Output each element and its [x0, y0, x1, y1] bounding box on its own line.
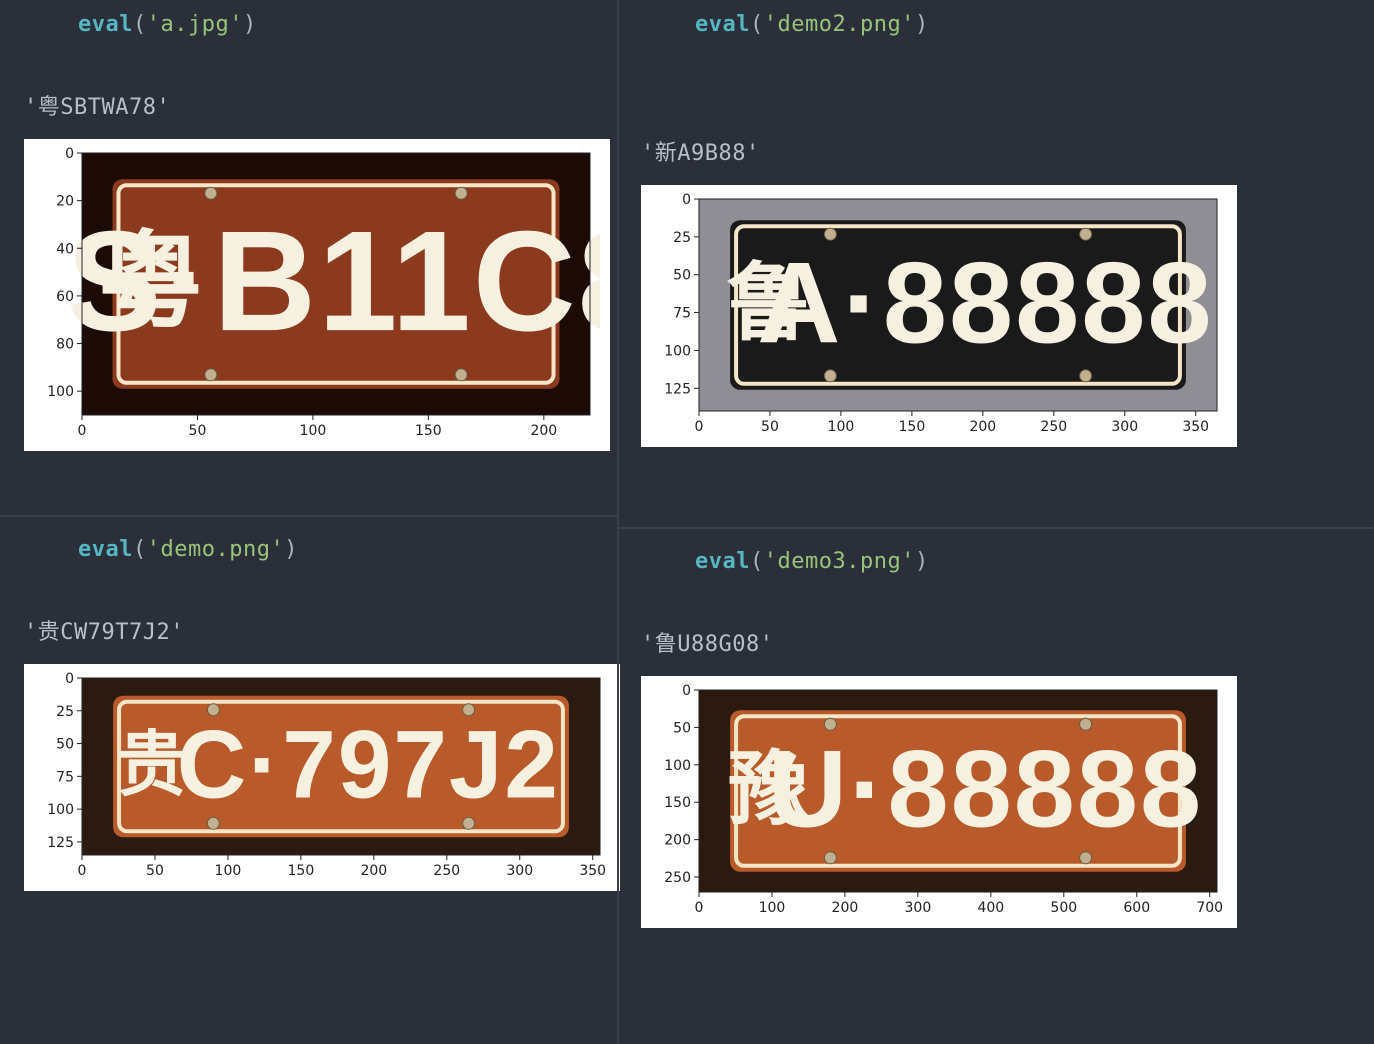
close-paren: )	[243, 12, 257, 37]
svg-text:200: 200	[832, 900, 859, 916]
svg-text:150: 150	[899, 419, 926, 435]
svg-text:250: 250	[664, 870, 691, 886]
svg-text:150: 150	[288, 863, 315, 879]
code-input-br[interactable]: eval('demo3.png')	[617, 547, 1374, 578]
svg-text:50: 50	[673, 268, 691, 284]
svg-text:400: 400	[977, 900, 1004, 916]
svg-text:75: 75	[56, 769, 74, 785]
svg-text:60: 60	[56, 289, 74, 305]
cell-divider	[617, 527, 1374, 529]
svg-text:600: 600	[1123, 900, 1150, 916]
fn-name: eval	[78, 537, 133, 562]
string-arg: 'demo2.png'	[764, 12, 915, 37]
open-paren: (	[750, 12, 764, 37]
svg-text:40: 40	[56, 241, 74, 257]
fn-name: eval	[78, 12, 133, 37]
string-arg: 'demo.png'	[147, 537, 284, 562]
svg-text:80: 80	[56, 336, 74, 352]
column-divider	[617, 0, 619, 1044]
svg-text:25: 25	[673, 230, 691, 246]
open-paren: (	[750, 549, 764, 574]
output-text-br: '鲁U88G08'	[617, 626, 1374, 658]
svg-text:500: 500	[1050, 900, 1077, 916]
left-column: eval('a.jpg') '粤SBTWA78' 粤S·B11C80204060…	[0, 0, 617, 1044]
output-text-bl: '贵CW79T7J2'	[0, 614, 617, 646]
code-input-tl[interactable]: eval('a.jpg')	[0, 10, 617, 41]
svg-text:0: 0	[682, 192, 691, 208]
svg-text:125: 125	[664, 381, 691, 397]
plot-tl[interactable]: 粤S·B11C8020406080100050100150200	[24, 139, 610, 451]
fn-name: eval	[695, 12, 750, 37]
svg-text:350: 350	[579, 863, 606, 879]
cell-divider	[0, 515, 617, 517]
code-input-bl[interactable]: eval('demo.png')	[0, 535, 617, 566]
open-paren: (	[133, 537, 147, 562]
plot-bl[interactable]: 贵C·797J202550751001250501001502002503003…	[24, 664, 620, 891]
svg-text:C·797J2: C·797J2	[177, 711, 560, 818]
svg-text:50: 50	[761, 419, 779, 435]
svg-text:100: 100	[47, 802, 74, 818]
output-text-tr: '新A9B88'	[617, 135, 1374, 167]
svg-text:200: 200	[360, 863, 387, 879]
svg-text:250: 250	[433, 863, 460, 879]
svg-text:300: 300	[905, 900, 932, 916]
svg-text:300: 300	[506, 863, 533, 879]
right-column: eval('demo2.png') '新A9B88' 鲁A·8888802550…	[617, 0, 1374, 1044]
code-input-tr[interactable]: eval('demo2.png')	[617, 10, 1374, 41]
svg-text:100: 100	[300, 423, 327, 439]
svg-text:150: 150	[415, 423, 442, 439]
svg-text:200: 200	[664, 832, 691, 848]
svg-text:100: 100	[664, 343, 691, 359]
cell-tl: eval('a.jpg') '粤SBTWA78' 粤S·B11C80204060…	[0, 0, 617, 475]
svg-text:0: 0	[65, 146, 74, 162]
svg-text:50: 50	[189, 423, 207, 439]
cell-br: eval('demo3.png') '鲁U88G08' 豫U·888880501…	[617, 537, 1374, 952]
svg-text:200: 200	[969, 419, 996, 435]
notebook-grid: eval('a.jpg') '粤SBTWA78' 粤S·B11C80204060…	[0, 0, 1374, 1044]
svg-text:200: 200	[530, 423, 557, 439]
svg-text:300: 300	[1111, 419, 1138, 435]
cell-tr: eval('demo2.png') '新A9B88' 鲁A·8888802550…	[617, 0, 1374, 471]
svg-text:150: 150	[664, 795, 691, 811]
output-text-tl: '粤SBTWA78'	[0, 89, 617, 121]
svg-text:75: 75	[673, 305, 691, 321]
close-paren: )	[284, 537, 298, 562]
svg-text:100: 100	[664, 757, 691, 773]
close-paren: )	[915, 12, 929, 37]
matplotlib-figure: 鲁A·8888802550751001250501001502002503003…	[647, 191, 1227, 441]
svg-text:U·88888: U·88888	[768, 728, 1203, 850]
svg-text:350: 350	[1182, 419, 1209, 435]
svg-text:250: 250	[1040, 419, 1067, 435]
svg-text:0: 0	[682, 683, 691, 699]
plot-tr[interactable]: 鲁A·8888802550751001250501001502002503003…	[641, 185, 1237, 447]
open-paren: (	[133, 12, 147, 37]
svg-text:0: 0	[695, 419, 704, 435]
svg-text:125: 125	[47, 834, 74, 850]
svg-text:0: 0	[65, 671, 74, 687]
svg-text:0: 0	[695, 900, 704, 916]
string-arg: 'a.jpg'	[147, 12, 243, 37]
matplotlib-figure: 豫U·8888805010015020025001002003004005006…	[647, 682, 1227, 922]
svg-text:50: 50	[673, 720, 691, 736]
svg-text:25: 25	[56, 703, 74, 719]
close-paren: )	[915, 549, 929, 574]
svg-text:700: 700	[1196, 900, 1223, 916]
svg-text:100: 100	[215, 863, 242, 879]
svg-text:0: 0	[78, 863, 87, 879]
fn-name: eval	[695, 549, 750, 574]
svg-text:50: 50	[146, 863, 164, 879]
plot-br[interactable]: 豫U·8888805010015020025001002003004005006…	[641, 676, 1237, 928]
svg-text:A·88888: A·88888	[757, 239, 1213, 367]
svg-text:20: 20	[56, 193, 74, 209]
svg-text:0: 0	[78, 423, 87, 439]
svg-text:100: 100	[759, 900, 786, 916]
cell-bl: eval('demo.png') '贵CW79T7J2' 贵C·797J2025…	[0, 525, 617, 915]
svg-text:S·B11C8: S·B11C8	[67, 202, 600, 361]
svg-text:100: 100	[47, 384, 74, 400]
matplotlib-figure: 贵C·797J202550751001250501001502002503003…	[30, 670, 610, 885]
string-arg: 'demo3.png'	[764, 549, 915, 574]
matplotlib-figure: 粤S·B11C8020406080100050100150200	[30, 145, 600, 445]
svg-text:100: 100	[828, 419, 855, 435]
svg-text:50: 50	[56, 736, 74, 752]
